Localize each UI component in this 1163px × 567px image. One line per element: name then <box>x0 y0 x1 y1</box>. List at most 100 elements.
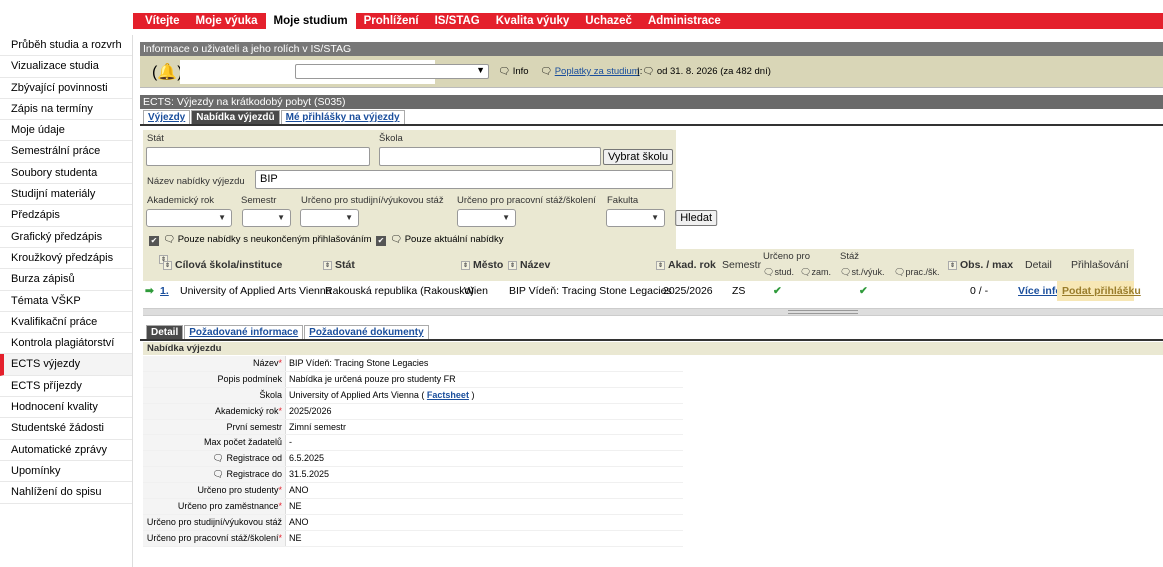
semestr-select[interactable]: ▼ <box>242 209 291 227</box>
sidebar-item[interactable]: Zápis na termíny <box>0 98 132 121</box>
hledat-button[interactable]: Hledat <box>675 210 717 226</box>
ects-tabs: Výjezdy Nabídka výjezdů Mé přihlášky na … <box>143 110 406 125</box>
cell-nazev: BIP Vídeň: Tracing Stone Legacies <box>509 285 672 297</box>
sidebar-item[interactable]: Kroužkový předzápis <box>0 247 132 270</box>
cell-stat: Rakouská republika (Rakousko) <box>325 285 474 297</box>
nav-item-kvalita-vyuky[interactable]: Kvalita výuky <box>488 13 578 29</box>
sidebar-item[interactable]: Studijní materiály <box>0 184 132 206</box>
col-mesto[interactable]: ⇕ Město <box>461 259 503 271</box>
sidebar-item[interactable]: Průběh studia a rozvrh <box>0 35 132 57</box>
sidebar-item[interactable]: Předzápis <box>0 205 132 227</box>
comment-icon: 🗨 <box>763 267 775 277</box>
cell-obs-max: 0 / - <box>970 285 989 297</box>
main-navigation: Vítejte Moje výuka Moje studium Prohlíže… <box>133 13 1163 29</box>
sidebar-item[interactable]: Automatické zprávy <box>0 439 132 461</box>
col-obs-max[interactable]: ⇕ Obs. / max <box>948 259 1013 271</box>
nav-item-administrace[interactable]: Administrace <box>640 13 729 29</box>
vybrat-skolu-button[interactable]: Vybrat školu <box>603 149 674 165</box>
urceno-prac-select[interactable]: ▼ <box>457 209 516 227</box>
divider <box>140 124 1163 126</box>
comment-icon: 🗨 <box>540 66 553 77</box>
nav-item-vitejte[interactable]: Vítejte <box>137 13 188 29</box>
sidebar-item[interactable]: Soubory studenta <box>0 162 132 185</box>
sidebar-item[interactable]: Témata VŠKP <box>0 290 132 312</box>
filter-panel: Stát Škola Vybrat školu Název nabídky vý… <box>143 130 717 249</box>
splitter-scrollbar[interactable] <box>143 308 1163 316</box>
row-index-link[interactable]: 1. <box>160 285 169 297</box>
nav-item-moje-vyuka[interactable]: Moje výuka <box>188 13 266 29</box>
bell-icon[interactable]: (🔔) <box>152 62 183 82</box>
factsheet-link[interactable]: Factsheet <box>427 390 469 400</box>
sidebar-item[interactable]: Kvalifikační práce <box>0 311 132 334</box>
akad-rok-select[interactable]: ▼ <box>146 209 232 227</box>
comment-icon: 🗨 <box>390 234 403 245</box>
tab-pozadovane-dokumenty[interactable]: Požadované dokumenty <box>304 325 429 340</box>
sidebar-item[interactable]: ECTS příjezdy <box>0 375 132 398</box>
sort-icon: ⇕ <box>323 261 332 270</box>
comment-icon: 🗨 <box>212 453 227 464</box>
role-select[interactable]: ▼ <box>295 64 489 79</box>
detail-row: Určeno pro zaměstnance* NE <box>143 499 683 515</box>
col-zam: 🗨zam. <box>800 267 831 277</box>
col-prihlasovani: Přihlašování <box>1071 259 1129 271</box>
nav-item-moje-studium[interactable]: Moje studium <box>265 13 356 29</box>
sidebar-item[interactable]: Burza zápisů <box>0 269 132 291</box>
sidebar-item-ects-vyjezdy[interactable]: ECTS výjezdy <box>0 354 132 376</box>
tab-vyjezdy[interactable]: Výjezdy <box>143 110 191 125</box>
chevron-down-icon: ▼ <box>502 213 510 222</box>
fees-link[interactable]: 🗨 Poplatky za studium: <box>540 66 642 77</box>
detail-row: Určeno pro studijní/výukovou stáž ANO <box>143 514 683 531</box>
sidebar-item[interactable]: Nahlížení do spisu <box>0 482 132 504</box>
detail-tabs: Detail Požadované informace Požadované d… <box>146 325 430 340</box>
col-urceno-pro: Určeno pro <box>763 251 810 262</box>
stat-input[interactable] <box>146 147 370 166</box>
tab-pozadovane-informace[interactable]: Požadované informace <box>184 325 304 340</box>
nav-item-uchazec[interactable]: Uchazeč <box>577 13 640 29</box>
checkbox-neukoncene[interactable]: ✔ 🗨 Pouze nabídky s neukončeným přihlašov… <box>149 234 372 246</box>
skola-input[interactable] <box>379 147 601 166</box>
sidebar-item[interactable]: Vizualizace studia <box>0 56 132 78</box>
podat-prihlasku-link[interactable]: Podat přihlášku <box>1062 285 1141 297</box>
col-akad-rok[interactable]: ⇕ Akad. rok <box>656 259 716 271</box>
nav-item-is-stag[interactable]: IS/STAG <box>427 13 488 29</box>
sidebar-item[interactable]: Zbývající povinnosti <box>0 77 132 99</box>
chevron-down-icon: ▼ <box>218 213 226 222</box>
skola-label: Škola <box>379 133 403 144</box>
validity-info: | 🗨 od 31. 8. 2026 (za 482 dní) <box>637 66 771 77</box>
sidebar-item[interactable]: Grafický předzápis <box>0 226 132 248</box>
tab-nabidka-vyjezdu[interactable]: Nabídka výjezdů <box>191 110 280 125</box>
sidebar-item[interactable]: Upomínky <box>0 460 132 483</box>
splitter-handle[interactable] <box>788 310 858 314</box>
tab-me-prihlasky[interactable]: Mé přihlášky na výjezdy <box>280 110 405 125</box>
userinfo-title: Informace o uživateli a jeho rolích v IS… <box>140 42 1163 56</box>
chevron-down-icon: ▼ <box>277 213 285 222</box>
chevron-down-icon: ▼ <box>651 213 659 222</box>
nazev-label: Název nabídky výjezdu <box>147 176 245 187</box>
vice-info-link[interactable]: Více info <box>1018 285 1062 297</box>
urceno-stud-label: Určeno pro studijní/výukovou stáž <box>301 195 444 206</box>
nazev-input[interactable]: BIP <box>255 170 673 189</box>
semestr-label: Semestr <box>241 195 277 206</box>
col-stat[interactable]: ⇕ Stát <box>323 259 355 271</box>
sidebar-item[interactable]: Moje údaje <box>0 120 132 142</box>
col-nazev[interactable]: ⇕ Název <box>508 259 550 271</box>
col-stud: 🗨stud. <box>763 267 794 277</box>
urceno-stud-select[interactable]: ▼ <box>300 209 359 227</box>
comment-icon: 🗨 <box>163 234 176 245</box>
sidebar-item[interactable]: Hodnocení kvality <box>0 397 132 419</box>
sidebar-item[interactable]: Studentské žádosti <box>0 418 132 440</box>
detail-row: Akademický rok* 2025/2026 <box>143 403 683 420</box>
cell-akad-rok: 2025/2026 <box>663 285 713 297</box>
sidebar-item[interactable]: Kontrola plagiátorství <box>0 333 132 355</box>
col-detail: Detail <box>1025 259 1052 271</box>
info-link[interactable]: 🗨 Info <box>498 66 529 77</box>
stat-label: Stát <box>147 133 164 144</box>
nav-item-prohlizeni[interactable]: Prohlížení <box>356 13 427 29</box>
top-strip <box>0 0 1163 13</box>
detail-row: 🗨 Registrace od 6.5.2025 <box>143 451 683 468</box>
tab-detail[interactable]: Detail <box>146 325 184 340</box>
checkbox-aktualni[interactable]: ✔ 🗨 Pouze aktuální nabídky <box>376 234 503 246</box>
sidebar-item[interactable]: Semestrální práce <box>0 141 132 163</box>
fakulta-select[interactable]: ▼ <box>606 209 665 227</box>
col-skola[interactable]: ⇕ Cílová škola/instituce <box>163 259 282 271</box>
